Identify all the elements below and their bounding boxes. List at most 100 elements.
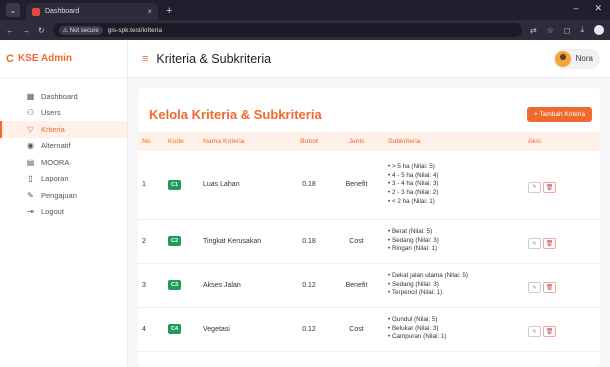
sidebar-item-label: Alternatif — [41, 141, 71, 151]
card-header: Kelola Kriteria & Subkriteria + Tambah K… — [138, 88, 600, 126]
edit-icon[interactable]: ✎ — [528, 238, 541, 249]
map-pin-icon: ◉ — [27, 141, 34, 151]
back-icon[interactable]: ← — [6, 26, 14, 35]
criteria-table: No Kode Nama Kriteria Bobot Jenis Subkriteria… — [138, 132, 600, 352]
sidebar-item-pengajuan[interactable]: ✎ Pengajuan — [0, 187, 127, 204]
document-icon: ▯ — [28, 174, 33, 184]
row-actions: ✎ 🗑 — [528, 277, 596, 293]
code-badge: C3 — [168, 280, 182, 290]
browser-toolbar-icons: ⇄ ☆ ◻ ⤓ — [530, 25, 604, 35]
forward-icon[interactable]: → — [22, 26, 30, 35]
subcriteria-item: 4 - 5 ha (Nilai: 4) — [388, 172, 520, 181]
brand-title: KSE Admin — [17, 53, 73, 64]
extensions-icon[interactable]: ◻ — [564, 26, 571, 35]
topbar: ≡ Kriteria & Subkriteria Nora — [128, 40, 610, 78]
main-content: ≡ Kriteria & Subkriteria Nora Kelola Kri… — [128, 40, 610, 367]
edit-icon[interactable]: ✎ — [528, 326, 541, 337]
cell-subkriteria: Berat (Nilai: 5)Sedang (Nilai: 3)Ringan … — [384, 219, 524, 264]
cell-aksi: ✎ 🗑 — [524, 151, 600, 220]
sidebar-item-label: Logout — [41, 207, 64, 217]
cell-bobot: 0.12 — [289, 307, 329, 352]
table-row: 4C4Vegetasi0.12CostGundul (Nilai: 5)Belu… — [138, 307, 600, 352]
edit-icon[interactable]: ✎ — [528, 181, 541, 193]
sidebar: C KSE Admin ▦ Dashboard ⚇ Users ▽ Kriteria … — [0, 40, 128, 367]
column-header: Jenis — [348, 138, 365, 145]
sidebar-nav: ▦ Dashboard ⚇ Users ▽ Kriteria ◉ Alternatif … — [0, 78, 127, 220]
table-header-row: No Kode Nama Kriteria Bobot Jenis Subkriteria… — [138, 132, 600, 151]
sidebar-item-alternatif[interactable]: ◉ Alternatif — [0, 138, 127, 155]
profile-icon[interactable] — [594, 25, 604, 35]
delete-icon[interactable]: 🗑 — [543, 282, 556, 293]
delete-icon[interactable]: 🗑 — [543, 326, 556, 337]
not-secure-badge[interactable]: ⚠ Not secure — [58, 25, 103, 35]
table-row: 2C2Tingkat Kerusakan0.18CostBerat (Nilai… — [138, 219, 600, 264]
cell-jenis: Cost — [329, 307, 384, 352]
tab-close-icon[interactable]: × — [147, 7, 152, 16]
user-menu[interactable]: Nora — [552, 48, 600, 69]
sidebar-item-users[interactable]: ⚇ Users — [0, 105, 127, 122]
minimize-icon[interactable]: – — [573, 3, 578, 14]
page-title: Kriteria & Subkriteria — [156, 51, 272, 66]
sidebar-item-label: MOORA — [41, 157, 70, 167]
cell-kode: C4 — [164, 307, 199, 352]
browser-tab[interactable]: Dashboard × — [26, 3, 158, 20]
browser-tab-strip: ⌄ Dashboard × + – ✕ — [0, 0, 610, 20]
grid-icon: ▦ — [26, 91, 35, 101]
sidebar-item-label: Users — [41, 108, 61, 118]
not-secure-label: Not secure — [69, 27, 99, 34]
browser-menu-icon[interactable]: ⌄ — [6, 3, 20, 17]
subcriteria-item: Ringan (Nilai: 1) — [388, 245, 520, 254]
subcriteria-item: Gundul (Nilai: 5) — [388, 316, 520, 325]
code-badge: C4 — [168, 324, 182, 334]
sidebar-item-logout[interactable]: ⇥ Logout — [0, 204, 127, 221]
row-actions: ✎ 🗑 — [528, 177, 596, 193]
sidebar-item-kriteria[interactable]: ▽ Kriteria — [0, 121, 127, 138]
subcriteria-item: 3 - 4 ha (Nilai: 3) — [388, 180, 520, 189]
close-window-icon[interactable]: ✕ — [594, 3, 602, 14]
table-header: No Kode Nama Kriteria Bobot Jenis Subkriteria… — [138, 132, 600, 151]
delete-icon[interactable]: 🗑 — [543, 181, 556, 193]
sidebar-item-label: Laporan — [41, 174, 69, 184]
subcriteria-item: Terpencil (Nilai: 1) — [388, 289, 520, 298]
subcriteria-item: Dekat jalan utama (Nilai: 5) — [388, 272, 520, 281]
cell-nama: Akses Jalan — [199, 263, 289, 308]
add-criteria-button[interactable]: + Tambah Kriteria — [526, 106, 592, 122]
subcriteria-list: Dekat jalan utama (Nilai: 5)Sedang (Nila… — [388, 272, 520, 298]
subcriteria-item: Berat (Nilai: 5) — [388, 228, 520, 237]
brand[interactable]: C KSE Admin — [0, 40, 127, 78]
bookmark-star-icon[interactable]: ☆ — [547, 26, 554, 35]
code-badge: C2 — [168, 236, 182, 246]
new-tab-button[interactable]: + — [166, 5, 172, 17]
cell-nama: Tingkat Kerusakan — [199, 219, 289, 264]
cell-nama: Vegetasi — [199, 307, 289, 352]
cell-bobot: 0.18 — [289, 219, 329, 264]
cell-subkriteria: Gundul (Nilai: 5)Belukar (Nilai: 3)Campu… — [384, 307, 524, 352]
table-row: 1C1Luas Lahan0.18Benefit> 5 ha (Nilai: 5… — [138, 151, 600, 220]
sidebar-item-dashboard[interactable]: ▦ Dashboard — [0, 88, 127, 105]
row-actions: ✎ 🗑 — [528, 321, 596, 337]
window-controls: – ✕ — [573, 3, 602, 14]
url-field[interactable]: ⚠ Not secure gis-spk.test/kriteria — [52, 23, 522, 37]
table-row: 3C3Akses Jalan0.12BenefitDekat jalan uta… — [138, 263, 600, 308]
cell-aksi: ✎ 🗑 — [524, 219, 600, 264]
reload-icon[interactable]: ↻ — [38, 26, 45, 35]
edit-icon[interactable]: ✎ — [528, 282, 541, 293]
delete-icon[interactable]: 🗑 — [543, 238, 556, 249]
sidebar-item-laporan[interactable]: ▯ Laporan — [0, 171, 127, 188]
translate-icon[interactable]: ⇄ — [530, 26, 537, 35]
menu-toggle-icon[interactable]: ≡ — [142, 53, 148, 65]
logout-icon: ⇥ — [27, 207, 34, 217]
column-header: Subkriteria — [388, 138, 421, 145]
cell-bobot: 0.12 — [289, 263, 329, 308]
column-header: Bobot — [300, 138, 318, 145]
subcriteria-item: < 2 ha (Nilai: 1) — [388, 198, 520, 207]
sidebar-item-moora[interactable]: ▤ MOORA — [0, 154, 127, 171]
subcriteria-item: 2 - 3 ha (Nilai: 2) — [388, 189, 520, 198]
download-icon[interactable]: ⤓ — [580, 25, 584, 35]
cell-aksi: ✎ 🗑 — [524, 263, 600, 308]
subcriteria-list: > 5 ha (Nilai: 5)4 - 5 ha (Nilai: 4)3 - … — [388, 163, 520, 206]
code-badge: C1 — [168, 179, 182, 190]
subcriteria-list: Berat (Nilai: 5)Sedang (Nilai: 3)Ringan … — [388, 228, 520, 254]
subcriteria-item: Sedang (Nilai: 3) — [388, 281, 520, 290]
row-actions: ✎ 🗑 — [528, 233, 596, 249]
